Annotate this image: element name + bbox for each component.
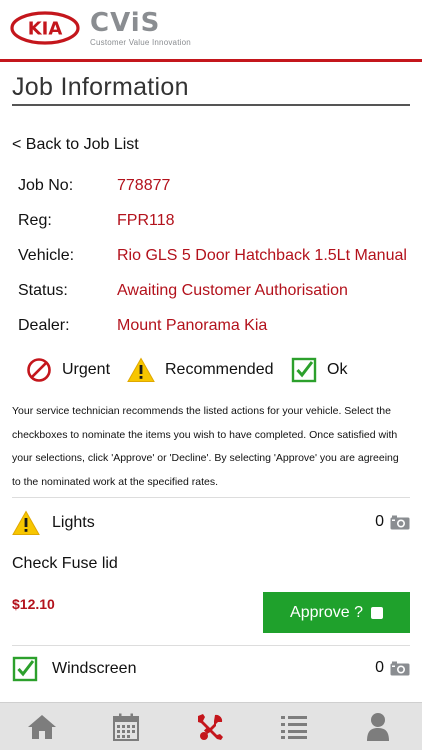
photo-button[interactable]: 0	[375, 659, 410, 677]
item-name: Lights	[52, 514, 95, 531]
item-lights[interactable]: Lights 0	[12, 509, 410, 537]
vehicle-row: Vehicle: Rio GLS 5 Door Hatchback 1.5Lt M…	[18, 247, 407, 265]
camera-icon	[390, 661, 410, 675]
approve-button[interactable]: Approve ?	[263, 592, 410, 633]
back-to-job-list-link[interactable]: < Back to Job List	[12, 136, 139, 154]
status-legend: Urgent Recommended Ok	[26, 356, 406, 384]
item-price: $12.10	[12, 596, 55, 612]
vehicle-value: Rio GLS 5 Door Hatchback 1.5Lt Manual	[117, 247, 407, 264]
dealer-row: Dealer: Mount Panorama Kia	[18, 317, 267, 335]
calendar-icon	[113, 713, 139, 741]
tab-service[interactable]	[168, 703, 252, 750]
urgent-icon	[27, 358, 51, 382]
approve-button-label: Approve ?	[290, 603, 363, 621]
service-tools-icon	[198, 714, 223, 740]
header-divider	[0, 59, 422, 62]
check-icon	[12, 656, 38, 682]
status-label: Status:	[18, 282, 68, 299]
job-no-label: Job No:	[18, 177, 74, 194]
profile-icon	[367, 713, 389, 741]
section-divider	[12, 497, 410, 498]
photo-button[interactable]: 0	[375, 513, 410, 531]
legend-ok: Ok	[291, 356, 347, 384]
cvis-logo-text: CViS	[90, 8, 161, 38]
app-header: KIA CViS Customer Value Innovation	[0, 0, 422, 62]
item-divider	[12, 645, 410, 646]
check-icon	[291, 357, 317, 383]
legend-ok-label: Ok	[327, 361, 348, 378]
reg-label: Reg:	[18, 212, 52, 229]
kia-logo: KIA	[10, 11, 80, 45]
item-windscreen[interactable]: Windscreen 0	[12, 655, 410, 683]
status-row: Status: Awaiting Customer Authorisation	[18, 282, 348, 300]
tab-profile[interactable]	[336, 703, 420, 750]
item-description: Check Fuse lid	[12, 555, 118, 572]
job-no-row: Job No: 778877	[18, 177, 170, 195]
photo-count: 0	[375, 659, 384, 676]
item-name: Windscreen	[52, 660, 137, 677]
page-title: Job Information	[12, 73, 189, 101]
approve-checkbox[interactable]	[370, 606, 383, 619]
job-no-value: 778877	[117, 177, 171, 194]
legend-recommended-label: Recommended	[165, 361, 274, 378]
camera-icon	[390, 515, 410, 529]
vehicle-label: Vehicle:	[18, 247, 75, 264]
legend-urgent: Urgent	[26, 356, 110, 384]
legend-recommended: Recommended	[127, 356, 274, 384]
reg-row: Reg: FPR118	[18, 212, 175, 230]
dealer-label: Dealer:	[18, 317, 70, 334]
legend-urgent-label: Urgent	[62, 361, 111, 378]
tab-list[interactable]	[252, 703, 336, 750]
cvis-tagline: Customer Value Innovation	[90, 38, 191, 47]
tab-calendar[interactable]	[84, 703, 168, 750]
warning-icon	[12, 510, 40, 535]
cvis-logo: CViS Customer Value Innovation	[90, 9, 191, 47]
kia-logo-text: KIA	[28, 19, 63, 40]
reg-value: FPR118	[117, 212, 175, 229]
warning-icon	[127, 357, 155, 382]
tab-home[interactable]	[0, 703, 84, 750]
title-underline	[12, 104, 410, 106]
home-icon	[28, 715, 56, 739]
dealer-value: Mount Panorama Kia	[117, 317, 268, 334]
bottom-tab-bar	[0, 702, 422, 750]
instructions-text: Your service technician recommends the l…	[12, 405, 399, 488]
list-icon	[281, 716, 307, 739]
photo-count: 0	[375, 513, 384, 530]
status-value: Awaiting Customer Authorisation	[117, 282, 348, 299]
